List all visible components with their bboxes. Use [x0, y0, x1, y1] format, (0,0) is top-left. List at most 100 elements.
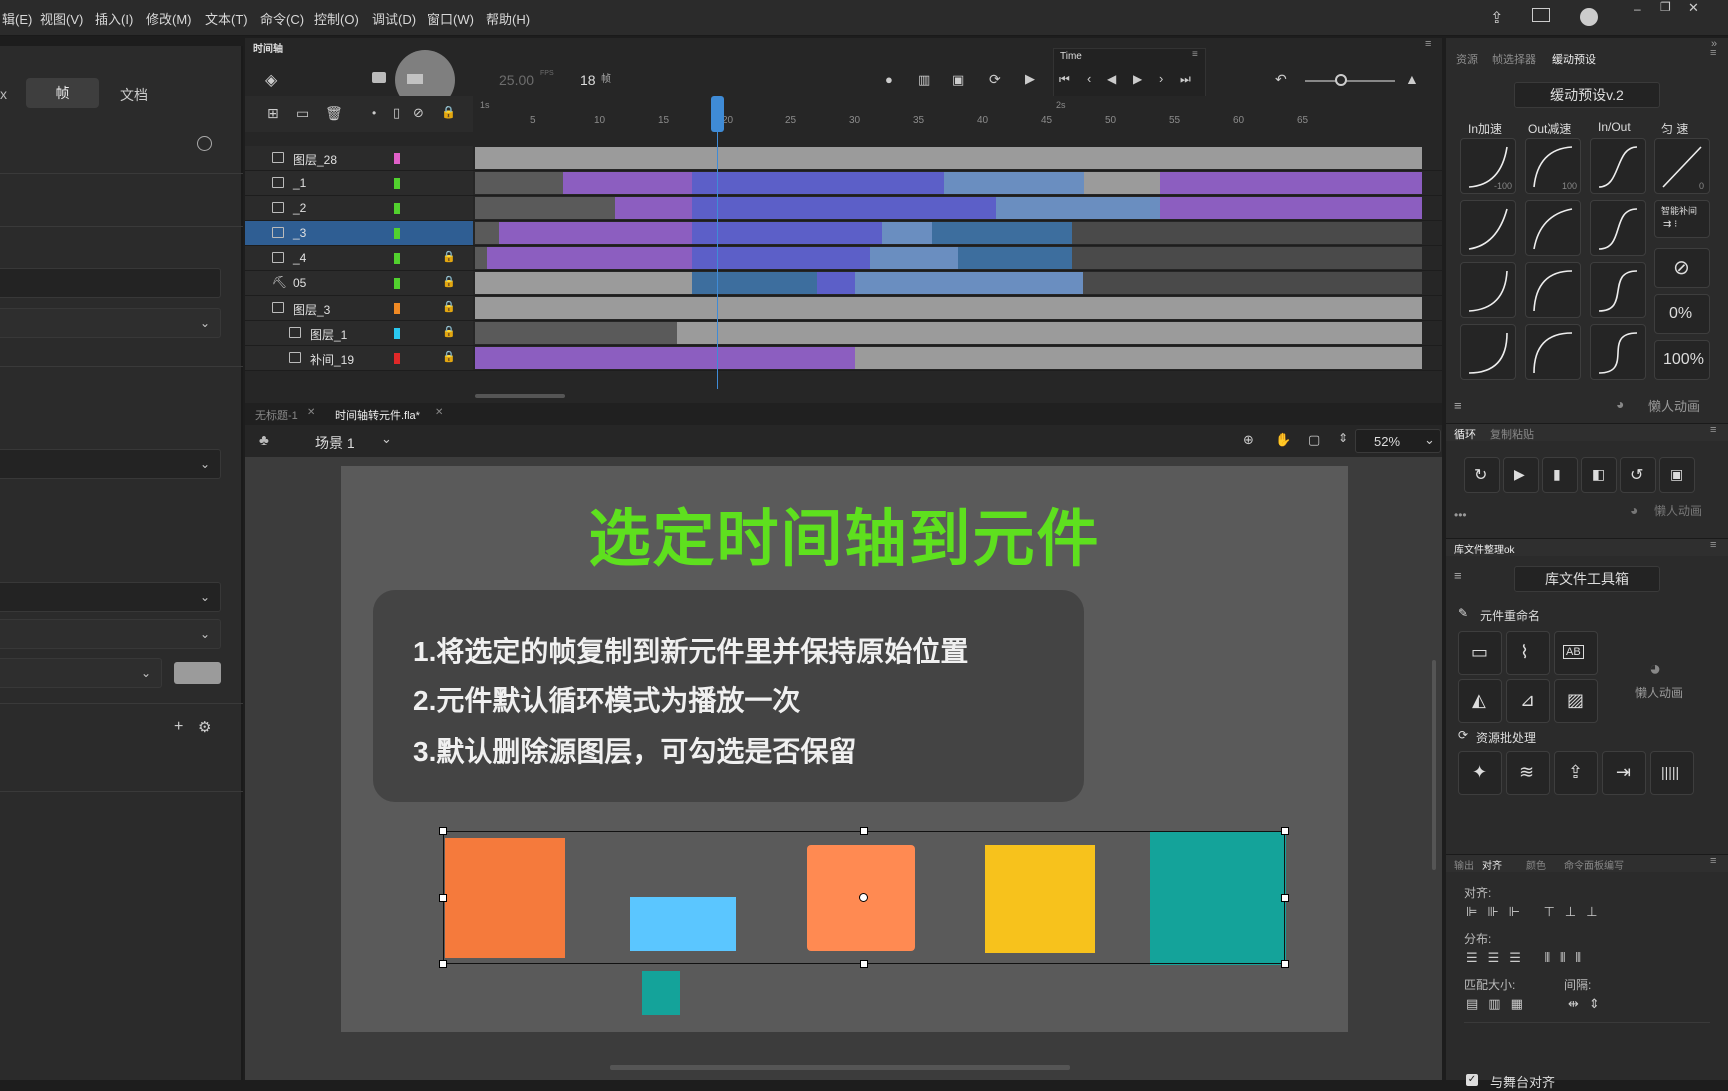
next-frame-icon[interactable]: › — [1159, 71, 1163, 86]
tab-frame-picker[interactable]: 帧选择器 — [1492, 51, 1536, 67]
effect-select[interactable]: ⌄ — [0, 582, 221, 612]
tab-document[interactable]: 文档 — [120, 85, 148, 105]
scene-icon[interactable]: ♣ — [259, 432, 269, 449]
first-frame-icon[interactable]: ▣ — [1659, 457, 1695, 493]
edit-multiple-icon[interactable]: ▥ — [918, 72, 930, 88]
ease-in-curve[interactable]: -100 — [1460, 138, 1516, 194]
stage-h-scrollbar[interactable] — [610, 1065, 1070, 1070]
align-buttons[interactable]: ⊫⊪⊩ ⊤⊥⊥ — [1466, 904, 1608, 920]
resize-handle[interactable] — [439, 827, 447, 835]
resize-handle[interactable] — [860, 827, 868, 835]
menu-debug[interactable]: 调试(D) — [372, 9, 416, 28]
stage-align-checkbox[interactable]: ✓ — [1466, 1074, 1478, 1086]
menu-icon[interactable]: ≡ — [1454, 568, 1462, 583]
loop-icon[interactable]: ⟳ — [989, 71, 1001, 88]
match-size-buttons[interactable]: ▤▥▦ — [1466, 996, 1533, 1012]
panel-menu-icon[interactable]: ≡ — [1425, 38, 1431, 50]
pct100-button[interactable]: 100% — [1654, 340, 1710, 380]
resize-handle[interactable] — [1281, 894, 1289, 902]
ease-inout-curve[interactable] — [1590, 138, 1646, 194]
layer-row[interactable]: _4 🔒 — [245, 246, 1442, 271]
zoom-slider-thumb[interactable] — [1335, 74, 1347, 86]
text-rename-icon[interactable]: AB — [1554, 631, 1598, 675]
onion-icon[interactable]: ● — [885, 72, 893, 87]
close-icon[interactable]: ✕ — [1688, 0, 1699, 16]
zoom-slider[interactable] — [1305, 80, 1395, 82]
tab-assets[interactable]: 资源 — [1456, 51, 1478, 67]
pct0-button[interactable]: 0% — [1654, 294, 1710, 334]
layer-row[interactable]: _2 — [245, 196, 1442, 221]
preset-title[interactable]: 缓动预设v.2 — [1514, 82, 1660, 108]
repeat-select[interactable]: ⌄ — [0, 658, 162, 688]
ease-inout-curve[interactable] — [1590, 262, 1646, 318]
layer-row[interactable]: ⛏ 05 🔒 — [245, 271, 1442, 296]
library-tab[interactable]: 库文件整理ok — [1454, 541, 1515, 556]
tab-output[interactable]: 输出 — [1454, 857, 1474, 872]
ease-out-curve[interactable] — [1525, 200, 1581, 256]
symbol-icon[interactable]: ◭ — [1458, 679, 1502, 723]
clip-icon[interactable]: ▢ — [1308, 432, 1320, 448]
layer-row[interactable]: 图层_28 — [245, 146, 1442, 171]
add-icon[interactable]: + — [174, 718, 183, 736]
new-folder-icon[interactable]: ▭ — [296, 105, 309, 122]
layer-row[interactable]: 图层_1 🔒 — [245, 321, 1442, 346]
ease-inout-curve[interactable] — [1590, 200, 1646, 256]
menu-commands[interactable]: 命令(C) — [260, 9, 304, 28]
camera-icon[interactable] — [372, 72, 386, 83]
smart-tween-button[interactable]: 智能补间 ⇉ ⁝ — [1654, 200, 1710, 238]
restore-icon[interactable]: ❐ — [1660, 0, 1671, 14]
time-menu-icon[interactable]: ≡ — [1192, 49, 1198, 60]
transform-point[interactable] — [859, 893, 868, 902]
menu-control[interactable]: 控制(O) — [314, 9, 359, 28]
sound-select[interactable]: ⌄ — [0, 449, 221, 479]
menu-edit[interactable]: 辑(E) — [2, 9, 32, 28]
panel-menu-icon[interactable]: ≡ — [1710, 47, 1716, 59]
lock-icon[interactable]: 🔒 — [441, 105, 456, 119]
menu-view[interactable]: 视图(V) — [40, 9, 83, 28]
ease-out-curve[interactable]: 100 — [1525, 138, 1581, 194]
distribute-buttons[interactable]: ☰☰☰ ⫴⫴⫴ — [1466, 950, 1591, 966]
mountain-icon[interactable]: ▲ — [1405, 71, 1419, 87]
play-circle-icon[interactable] — [1580, 8, 1598, 26]
zoom-select[interactable]: 52% ⌄ — [1355, 429, 1441, 453]
prev-frame-icon[interactable]: ‹ — [1087, 71, 1091, 86]
delete-layer-icon[interactable]: 🗑 — [325, 105, 343, 122]
tab-align[interactable]: 对齐 — [1482, 857, 1502, 872]
tag-icon[interactable]: ⌇ — [1506, 631, 1550, 675]
stage-canvas[interactable]: 选定时间轴到元件 1.将选定的帧复制到新元件里并保持原始位置 2.元件默认循环模… — [341, 466, 1348, 1032]
layers-icon[interactable]: ◈ — [265, 70, 277, 90]
hand-icon[interactable]: ✋ — [1275, 432, 1291, 448]
tab-frame[interactable]: 帧 — [26, 78, 99, 108]
resize-handle[interactable] — [1281, 960, 1289, 968]
stack-icon[interactable]: ⇪ — [1554, 751, 1598, 795]
layer-row[interactable]: _1 — [245, 171, 1442, 196]
close-icon[interactable]: ✕ — [435, 407, 443, 418]
name-field[interactable] — [0, 268, 221, 298]
no-ease-button[interactable]: ⊘ — [1654, 248, 1710, 288]
audio-icon[interactable]: ||||| — [1650, 751, 1694, 795]
prev-key-icon[interactable]: ◀ — [1107, 72, 1116, 86]
frame-ruler[interactable] — [475, 96, 1442, 132]
layer-row[interactable]: 图层_3 🔒 — [245, 296, 1442, 321]
last-frame-icon[interactable]: ⏭ — [1180, 72, 1191, 87]
waves-icon[interactable]: ≋ — [1506, 751, 1550, 795]
minimize-icon[interactable]: – — [1634, 2, 1641, 16]
ease-out-curve[interactable] — [1525, 324, 1581, 380]
updown-icon[interactable]: ⇕ — [1338, 431, 1348, 445]
resize-handle[interactable] — [439, 960, 447, 968]
scene-label[interactable]: 场景 1 — [315, 433, 355, 453]
ease-in-curve[interactable] — [1460, 324, 1516, 380]
frame-value[interactable]: 18 — [580, 72, 596, 88]
sparkle-icon[interactable]: ✦ — [1458, 751, 1502, 795]
visibility-icon[interactable]: ⊘ — [413, 105, 424, 121]
fps-value[interactable]: 25.00 — [499, 72, 534, 88]
new-layer-icon[interactable]: ⊞ — [267, 105, 279, 122]
layout-icon[interactable] — [1532, 8, 1550, 22]
panel-menu-icon[interactable]: ≡ — [1710, 539, 1716, 551]
next-key-icon[interactable]: ▶ — [1133, 72, 1142, 86]
tab-active-document[interactable]: 时间轴转元件.fla* — [335, 407, 420, 423]
export-icon[interactable]: ⇥ — [1602, 751, 1646, 795]
undo-icon[interactable]: ↶ — [1275, 71, 1287, 88]
small-teal-square[interactable] — [642, 971, 680, 1015]
folder-icon[interactable]: ▭ — [1458, 631, 1502, 675]
